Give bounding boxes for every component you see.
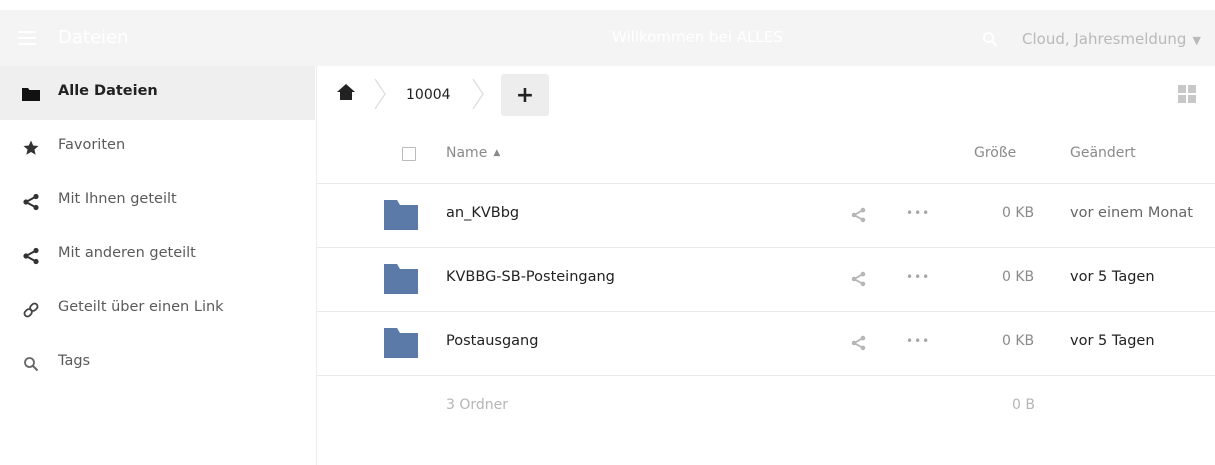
- search-icon: [22, 355, 40, 373]
- sidebar-item-shared-with-others[interactable]: Mit anderen geteilt: [0, 228, 315, 282]
- folder-icon: [22, 85, 40, 103]
- file-row[interactable]: Postausgang ••• 0 KB vor 5 Tagen: [316, 312, 1215, 376]
- sidebar: Alle Dateien Favoriten Mit Ihnen geteilt…: [0, 66, 317, 465]
- user-menu[interactable]: Cloud, Jahresmeldung ▼: [1022, 30, 1201, 48]
- total-size: 0 B: [1012, 397, 1035, 413]
- column-name-label: Name: [446, 145, 488, 161]
- more-options-icon[interactable]: •••: [906, 270, 930, 284]
- more-options-icon[interactable]: •••: [906, 334, 930, 348]
- file-size: 0 KB: [1002, 269, 1035, 285]
- column-name[interactable]: Name ▲: [446, 145, 500, 161]
- sidebar-item-shared-with-you[interactable]: Mit Ihnen geteilt: [0, 174, 315, 228]
- column-size[interactable]: Größe: [974, 145, 1016, 161]
- sidebar-item-favorites[interactable]: Favoriten: [0, 120, 315, 174]
- file-modified: vor einem Monat: [1070, 205, 1193, 221]
- app-header: Dateien Willkommen bei ALLES Cloud, Jahr…: [0, 10, 1215, 66]
- file-row[interactable]: KVBBG-SB-Posteingang ••• 0 KB vor 5 Tage…: [316, 248, 1215, 312]
- sidebar-item-tags[interactable]: Tags: [0, 336, 315, 390]
- file-modified: vor 5 Tagen: [1070, 269, 1155, 285]
- share-icon: [22, 247, 40, 265]
- breadcrumb-folder[interactable]: 10004: [406, 87, 451, 103]
- search-icon[interactable]: [982, 31, 998, 47]
- folder-icon: [384, 328, 418, 358]
- file-name[interactable]: Postausgang: [446, 333, 538, 349]
- star-icon: [22, 139, 40, 157]
- sidebar-item-label: Tags: [58, 353, 91, 369]
- folder-count: 3 Ordner: [446, 397, 509, 413]
- file-list-summary: 3 Ordner 0 B: [316, 376, 1215, 439]
- header-center-title: Willkommen bei ALLES: [612, 28, 783, 46]
- menu-icon[interactable]: [18, 31, 36, 45]
- sidebar-item-label: Favoriten: [58, 137, 126, 153]
- sidebar-item-all-files[interactable]: Alle Dateien: [0, 66, 315, 120]
- file-row[interactable]: an_KVBbg ••• 0 KB vor einem Monat: [316, 184, 1215, 248]
- share-icon: [22, 193, 40, 211]
- file-size: 0 KB: [1002, 333, 1035, 349]
- caret-down-icon: ▼: [1192, 34, 1201, 47]
- app-title[interactable]: Dateien: [58, 27, 129, 48]
- breadcrumb: 10004 +: [316, 66, 1215, 122]
- home-icon[interactable]: [336, 83, 356, 101]
- file-name[interactable]: KVBBG-SB-Posteingang: [446, 269, 615, 285]
- share-icon[interactable]: [850, 207, 867, 223]
- file-size: 0 KB: [1002, 205, 1035, 221]
- sidebar-item-shared-by-link[interactable]: Geteilt über einen Link: [0, 282, 315, 336]
- sort-ascending-icon: ▲: [493, 148, 501, 158]
- folder-icon: [384, 200, 418, 230]
- share-icon[interactable]: [850, 271, 867, 287]
- link-icon: [22, 301, 40, 319]
- grid-view-icon[interactable]: [1178, 85, 1196, 103]
- column-modified[interactable]: Geändert: [1070, 145, 1136, 161]
- breadcrumb-separator: [472, 78, 484, 110]
- select-all-checkbox[interactable]: [402, 147, 416, 161]
- sidebar-item-label: Mit anderen geteilt: [58, 245, 196, 261]
- breadcrumb-separator: [374, 78, 386, 110]
- sidebar-item-label: Alle Dateien: [58, 83, 158, 99]
- folder-icon: [384, 264, 418, 294]
- sidebar-item-label: Geteilt über einen Link: [58, 299, 224, 315]
- file-modified: vor 5 Tagen: [1070, 333, 1155, 349]
- new-button[interactable]: +: [501, 74, 549, 116]
- file-name[interactable]: an_KVBbg: [446, 205, 519, 221]
- sidebar-item-label: Mit Ihnen geteilt: [58, 191, 177, 207]
- more-options-icon[interactable]: •••: [906, 206, 930, 220]
- file-list-header: Name ▲ Größe Geändert: [316, 122, 1215, 184]
- share-icon[interactable]: [850, 335, 867, 351]
- user-menu-label: Cloud, Jahresmeldung: [1022, 30, 1187, 48]
